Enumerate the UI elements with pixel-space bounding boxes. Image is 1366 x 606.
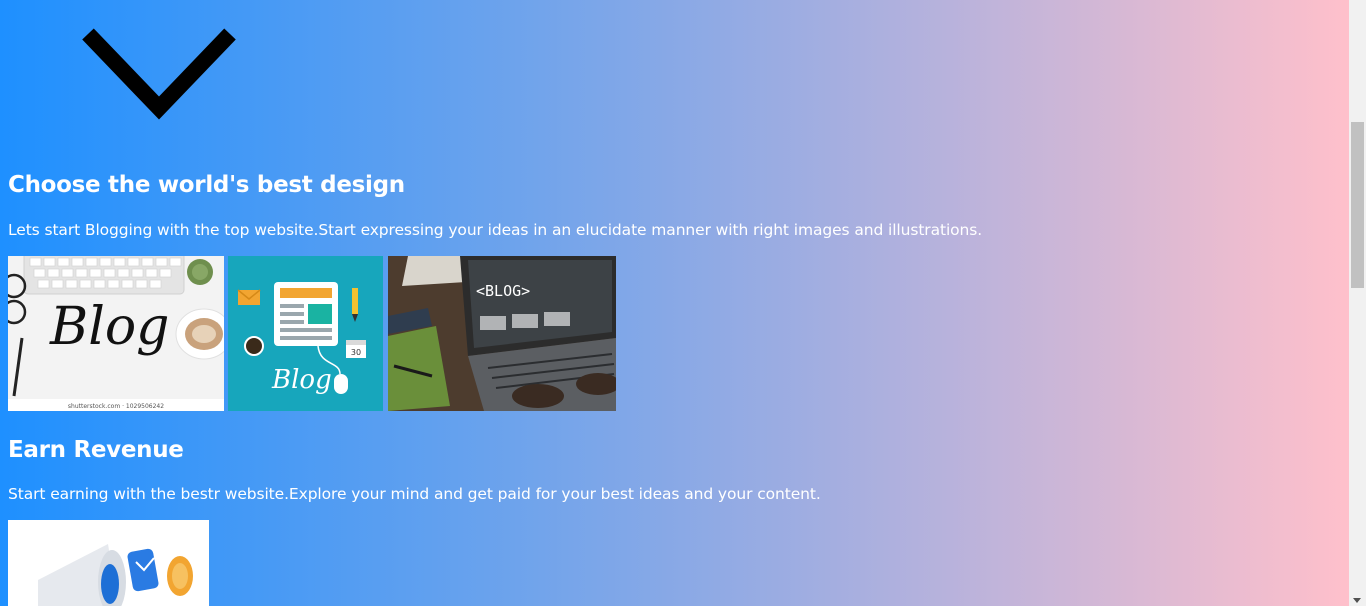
vertical-scrollbar[interactable] — [1349, 0, 1366, 606]
chevron-down-icon[interactable] — [82, 24, 236, 120]
section-title-design: Choose the world's best design — [8, 172, 405, 198]
image-credit: shutterstock.com · 1029506242 — [68, 403, 164, 410]
section-text-design: Lets start Blogging with the top website… — [8, 221, 983, 239]
blog-script-word: Blog — [49, 297, 169, 357]
section-text-revenue: Start earning with the bestr website.Exp… — [8, 485, 821, 503]
scroll-down-arrow-icon[interactable] — [1353, 598, 1361, 603]
page: Choose the world's best design Lets star… — [0, 0, 1349, 606]
blog-illustration-image: 30 Blog — [228, 256, 383, 411]
blog-laptop-image: <BLOG> — [388, 256, 616, 411]
revenue-image — [8, 520, 209, 606]
blog-illustration-word: Blog — [271, 365, 332, 395]
scrollbar-thumb[interactable] — [1351, 122, 1364, 288]
calendar-day: 30 — [351, 348, 361, 357]
laptop-screen-text: <BLOG> — [476, 282, 530, 300]
section-title-revenue: Earn Revenue — [8, 437, 184, 463]
blog-script-image: Blog shutterstock.com · 1029506242 — [8, 256, 224, 411]
